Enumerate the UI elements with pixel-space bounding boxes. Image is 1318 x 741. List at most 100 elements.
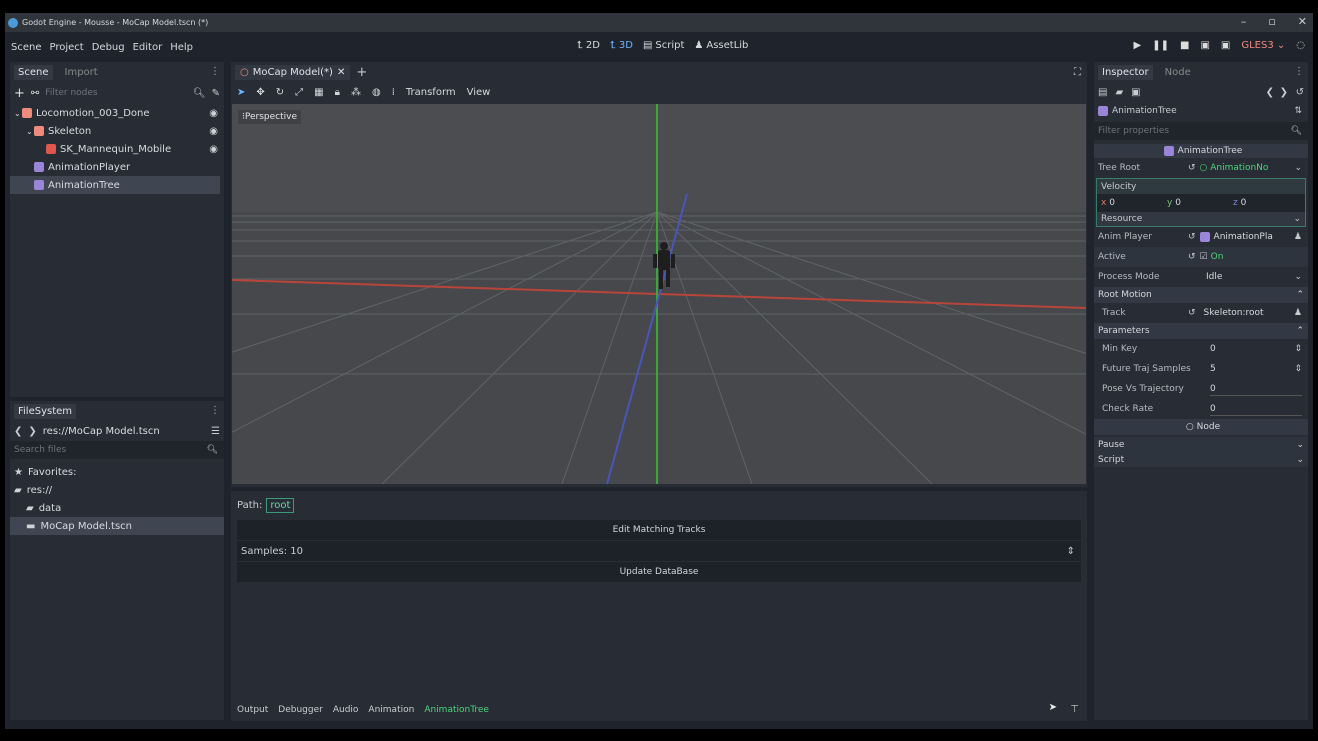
active-row[interactable]: Active ↺ ☑ On: [1094, 247, 1308, 267]
revert-icon[interactable]: ↺: [1188, 308, 1196, 318]
samples-spinbox[interactable]: Samples: 10 ⇕: [237, 541, 1081, 561]
filter-properties-input[interactable]: Filter properties 🔍︎: [1094, 122, 1308, 140]
scene-tree-item[interactable]: ⌄ Skeleton ◉: [10, 122, 224, 140]
pin-panel-icon[interactable]: ⊤: [1070, 704, 1079, 715]
spin-arrows-icon[interactable]: ⇕: [1067, 546, 1075, 557]
parameter-value[interactable]: 0: [1210, 344, 1216, 354]
list-select-icon[interactable]: ▦: [314, 87, 323, 98]
track-row[interactable]: Track ↺ Skeleton:root ♟: [1094, 303, 1308, 323]
menu-scene[interactable]: Scene: [11, 42, 42, 53]
resource-subsection[interactable]: Resource ⌄: [1097, 212, 1305, 226]
edit-matching-tracks-button[interactable]: Edit Matching Tracks: [237, 520, 1081, 540]
mode-2d-button[interactable]: ⮤ 2D: [577, 40, 600, 51]
fullscreen-icon[interactable]: ⛶: [1074, 67, 1081, 78]
pause-section[interactable]: Pause ⌄: [1094, 437, 1308, 452]
snap-icon[interactable]: ⁞: [392, 87, 395, 98]
file-tree-item[interactable]: ▰ data: [10, 499, 224, 517]
dock-menu-icon[interactable]: ⋮: [210, 66, 220, 77]
slider-track[interactable]: [1210, 415, 1302, 416]
parameter-value[interactable]: 0: [1210, 384, 1216, 394]
local-space-icon[interactable]: ◍: [372, 87, 381, 98]
path-root-button[interactable]: root: [266, 497, 295, 513]
process-mode-row[interactable]: Process Mode Idle ⌄: [1094, 267, 1308, 287]
parameter-value[interactable]: 0: [1210, 404, 1216, 414]
search-files-input[interactable]: Search files 🔍︎: [10, 441, 224, 459]
view-menu[interactable]: View: [467, 87, 491, 98]
history-back-icon[interactable]: ❮: [1266, 87, 1274, 98]
slider-track[interactable]: [1210, 395, 1302, 396]
parameter-row[interactable]: Min Key 0 ⇕: [1094, 339, 1308, 359]
scene-tree-item[interactable]: SK_Mannequin_Mobile ◉: [10, 140, 224, 158]
tab-import[interactable]: Import: [61, 65, 102, 80]
filter-nodes-input[interactable]: Filter nodes: [45, 88, 187, 98]
revert-icon[interactable]: ↺: [1188, 252, 1196, 262]
mode-script-button[interactable]: ▤ Script: [643, 40, 684, 51]
close-button[interactable]: ✕: [1298, 15, 1307, 28]
script-attach-icon[interactable]: ✎: [212, 88, 220, 99]
expand-arrow-icon[interactable]: ⌄: [26, 127, 34, 136]
tab-scene[interactable]: Scene: [14, 64, 53, 80]
checkbox-icon[interactable]: ☑: [1200, 252, 1208, 262]
menu-editor[interactable]: Editor: [133, 42, 163, 53]
renderer-select[interactable]: GLES3 ⌄: [1241, 40, 1285, 51]
lock-icon[interactable]: 🔒︎: [335, 87, 340, 98]
rotate-tool-icon[interactable]: ↻: [276, 87, 284, 98]
pause-icon[interactable]: ❚❚: [1152, 40, 1169, 51]
tab-node[interactable]: Node: [1161, 65, 1195, 80]
tab-inspector[interactable]: Inspector: [1098, 64, 1153, 80]
forward-icon[interactable]: ❯: [28, 426, 36, 437]
anim-player-row[interactable]: Anim Player ↺ AnimationPla ♟: [1094, 227, 1308, 247]
velocity-fields[interactable]: x 0 y 0 z 0: [1097, 194, 1305, 212]
script-section[interactable]: Script ⌄: [1094, 452, 1308, 467]
history-forward-icon[interactable]: ❯: [1280, 87, 1288, 98]
split-view-icon[interactable]: ☰: [211, 426, 220, 437]
play-custom-icon[interactable]: ▣: [1221, 40, 1230, 51]
close-tab-icon[interactable]: ✕: [337, 67, 345, 78]
stop-icon[interactable]: ■: [1180, 40, 1189, 51]
open-folder-icon[interactable]: ▰: [1115, 87, 1123, 98]
menu-debug[interactable]: Debug: [92, 42, 125, 53]
parameter-row[interactable]: Check Rate 0: [1094, 399, 1308, 419]
group-icon[interactable]: ⁂: [351, 87, 361, 98]
parameter-row[interactable]: Future Traj Samples 5 ⇕: [1094, 359, 1308, 379]
scene-tree-item[interactable]: AnimationTree: [10, 176, 220, 194]
back-icon[interactable]: ❮: [14, 426, 22, 437]
save-icon[interactable]: ▣: [1131, 87, 1140, 98]
path-field[interactable]: res://MoCap Model.tscn: [43, 426, 205, 437]
dropdown-icon[interactable]: ⌄: [1294, 163, 1302, 173]
revert-icon[interactable]: ↺: [1188, 232, 1196, 242]
spin-arrows-icon[interactable]: ⇕: [1294, 364, 1302, 374]
select-tool-icon[interactable]: ➤: [237, 87, 245, 98]
scene-tab[interactable]: ○ MoCap Model(*) ✕: [235, 64, 351, 80]
expand-arrow-icon[interactable]: ⌄: [14, 109, 22, 118]
visibility-eye-icon[interactable]: ◉: [209, 144, 218, 155]
parameters-section[interactable]: Parameters ⌃: [1094, 323, 1308, 339]
scene-tree-item[interactable]: ⌄ Locomotion_003_Done ◉: [10, 104, 224, 122]
tab-audio[interactable]: Audio: [333, 705, 359, 715]
transform-menu[interactable]: Transform: [406, 87, 456, 98]
spin-arrows-icon[interactable]: ⇕: [1294, 344, 1302, 354]
new-tab-icon[interactable]: +: [356, 65, 367, 80]
3d-viewport[interactable]: ⁝Perspective: [232, 104, 1086, 484]
maximize-button[interactable]: ▫: [1268, 15, 1275, 28]
pick-node-icon[interactable]: ♟: [1294, 308, 1302, 318]
parameter-row[interactable]: Pose Vs Trajectory 0: [1094, 379, 1308, 399]
perspective-menu[interactable]: ⁝Perspective: [238, 110, 301, 124]
file-tree-item[interactable]: ▰ res://: [10, 481, 224, 499]
dock-menu-icon[interactable]: ⋮: [1294, 66, 1304, 77]
dock-menu-icon[interactable]: ⋮: [210, 405, 220, 416]
scale-tool-icon[interactable]: ⤢: [295, 87, 303, 98]
play-icon[interactable]: ▶: [1134, 40, 1142, 51]
visibility-eye-icon[interactable]: ◉: [209, 108, 218, 119]
minimize-button[interactable]: –: [1241, 15, 1247, 28]
menu-help[interactable]: Help: [170, 42, 193, 53]
tab-output[interactable]: Output: [237, 705, 268, 715]
tab-animationtree[interactable]: AnimationTree: [424, 705, 489, 715]
tree-root-row[interactable]: Tree Root ↺ ○ AnimationNo ⌄: [1094, 158, 1308, 178]
tab-debugger[interactable]: Debugger: [278, 705, 323, 715]
play-scene-icon[interactable]: ▣: [1200, 40, 1209, 51]
mode-3d-button[interactable]: ⮤ 3D: [610, 40, 633, 51]
menu-project[interactable]: Project: [50, 42, 84, 53]
history-icon[interactable]: ↺: [1296, 87, 1304, 98]
visibility-eye-icon[interactable]: ◉: [209, 126, 218, 137]
